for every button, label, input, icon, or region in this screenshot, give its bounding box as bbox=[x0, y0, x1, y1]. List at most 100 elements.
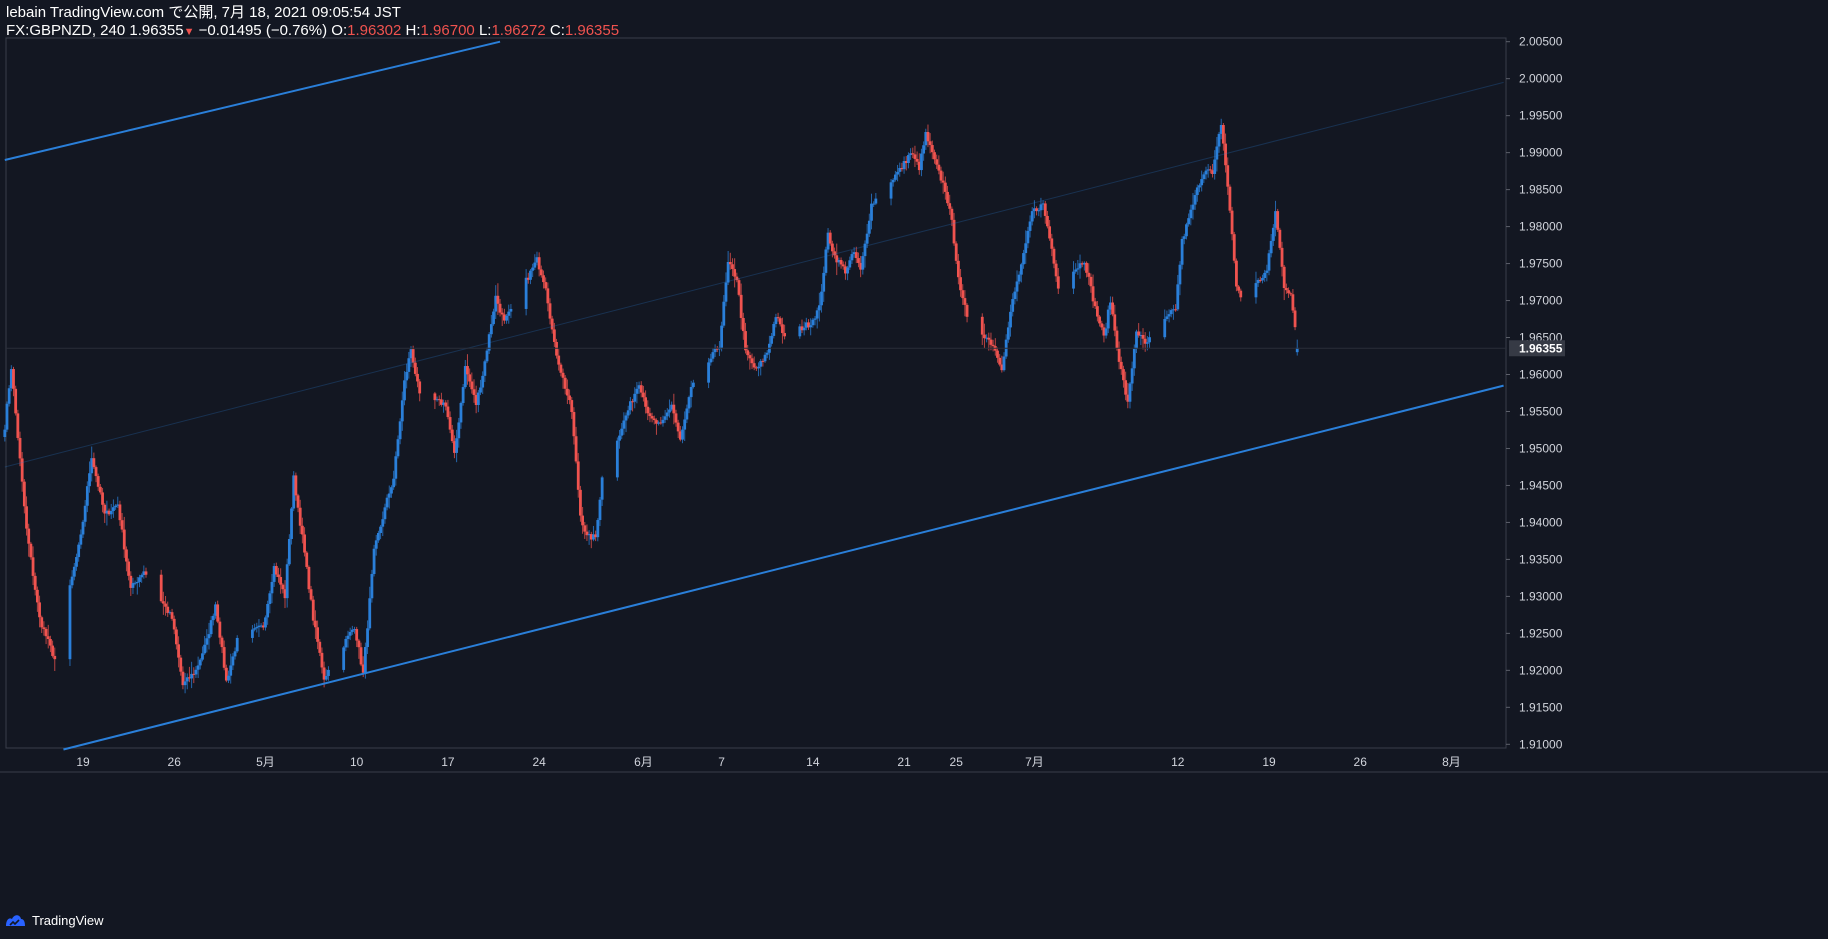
candle-body bbox=[870, 203, 873, 221]
candle-body bbox=[644, 397, 647, 407]
candle-body bbox=[1137, 331, 1141, 336]
candle-body bbox=[370, 574, 374, 599]
y-axis-tick-label: 1.93500 bbox=[1519, 552, 1563, 566]
candle-body bbox=[446, 406, 450, 418]
candle-body bbox=[218, 621, 222, 638]
candle-body bbox=[1178, 264, 1182, 285]
candle-body bbox=[1293, 310, 1297, 328]
candle-body bbox=[1263, 272, 1267, 278]
x-axis-tick-label: 26 bbox=[168, 755, 182, 769]
candle-body bbox=[642, 392, 645, 398]
x-axis-tick-label: 19 bbox=[1262, 755, 1276, 769]
tradingview-branding[interactable]: TradingView bbox=[4, 910, 104, 930]
candle-body bbox=[1180, 238, 1184, 265]
candles bbox=[3, 118, 1299, 694]
high-value: 1.96700 bbox=[420, 22, 475, 39]
candle-body bbox=[891, 179, 895, 183]
candle-body bbox=[922, 145, 926, 154]
candle-body bbox=[166, 606, 170, 613]
candle-body bbox=[1011, 299, 1015, 312]
candle-body bbox=[125, 549, 128, 562]
candle-body bbox=[216, 604, 220, 622]
price-chart[interactable]: 2.00500 2.00000 1.99500 1.99000 1.98500 1.980… bbox=[0, 0, 1828, 939]
candle-body bbox=[1163, 319, 1167, 338]
candle-body bbox=[1278, 229, 1282, 248]
last-price: 1.96355 bbox=[129, 22, 184, 39]
candle-body bbox=[407, 358, 411, 372]
candle-body bbox=[12, 369, 15, 389]
candle-body bbox=[1200, 179, 1204, 186]
candle-body bbox=[841, 264, 845, 267]
candle-body bbox=[998, 357, 1002, 365]
candle-body bbox=[1056, 276, 1060, 289]
candle-body bbox=[40, 617, 44, 628]
candle-body bbox=[183, 681, 187, 686]
candle-body bbox=[1111, 302, 1115, 315]
candle-body bbox=[1208, 169, 1212, 171]
candle-body bbox=[720, 325, 724, 348]
candle-body bbox=[363, 647, 367, 673]
candle-body bbox=[1100, 323, 1104, 328]
candle-body bbox=[1122, 369, 1125, 381]
candle-body bbox=[379, 526, 382, 533]
candle-body bbox=[122, 529, 126, 550]
candle-body bbox=[161, 601, 165, 604]
candle-body bbox=[16, 413, 20, 438]
symbol-label: FX:GBPNZD, 240 bbox=[6, 22, 126, 39]
candle-body bbox=[348, 631, 352, 636]
candle-body bbox=[959, 277, 962, 291]
candle-body bbox=[209, 620, 213, 635]
candle-body bbox=[1076, 268, 1080, 270]
candle-body bbox=[907, 155, 910, 164]
candle-body bbox=[600, 477, 604, 500]
candle-body bbox=[457, 422, 461, 439]
candle-body bbox=[1054, 263, 1058, 277]
candle-body bbox=[444, 402, 448, 407]
candle-body bbox=[915, 158, 919, 162]
candle-body bbox=[939, 170, 943, 181]
candle-body bbox=[1119, 361, 1123, 370]
close-value: 1.96355 bbox=[564, 22, 620, 39]
candle-body bbox=[857, 258, 860, 263]
candle-body bbox=[622, 420, 626, 429]
candle-body bbox=[416, 373, 419, 382]
candle-body bbox=[552, 329, 556, 342]
x-axis-tick-label: 6月 bbox=[634, 755, 653, 769]
candle-body bbox=[652, 418, 656, 421]
candle-body bbox=[965, 304, 969, 317]
candle-body bbox=[961, 290, 965, 299]
candle-body bbox=[140, 575, 144, 578]
channel-midline bbox=[4, 81, 1504, 468]
candle-body bbox=[896, 171, 899, 175]
candle-body bbox=[1189, 209, 1193, 219]
candle-body bbox=[711, 352, 715, 359]
y-axis-tick-label: 1.91500 bbox=[1519, 700, 1563, 714]
candle-body bbox=[1148, 337, 1151, 343]
candle-body bbox=[405, 371, 409, 381]
candle-body bbox=[542, 275, 545, 283]
candle-body bbox=[568, 395, 571, 401]
candle-body bbox=[565, 388, 569, 396]
candle-body bbox=[731, 264, 734, 270]
chart-header: lebain TradingView.com で公開, 7月 18, 2021 … bbox=[6, 4, 619, 41]
candle-body bbox=[507, 311, 511, 316]
candle-body bbox=[648, 413, 652, 417]
x-axis-tick-label: 5月 bbox=[256, 755, 275, 769]
candle-body bbox=[1291, 294, 1295, 311]
candle-body bbox=[911, 153, 915, 155]
candle-body bbox=[53, 655, 57, 660]
candle-body bbox=[830, 243, 834, 252]
low-label: L: bbox=[478, 22, 492, 39]
candle-body bbox=[268, 593, 272, 604]
candle-body bbox=[555, 341, 558, 356]
candle-body bbox=[359, 647, 363, 665]
candle-body bbox=[298, 507, 302, 526]
candle-body bbox=[1028, 221, 1032, 231]
candle-body bbox=[1115, 330, 1119, 349]
candle-body bbox=[227, 675, 230, 681]
y-axis-tick-label: 1.92000 bbox=[1519, 663, 1563, 677]
candle-body bbox=[222, 647, 226, 668]
candle-body bbox=[1091, 286, 1095, 302]
candle-body bbox=[1217, 133, 1221, 147]
candle-body bbox=[665, 412, 669, 417]
